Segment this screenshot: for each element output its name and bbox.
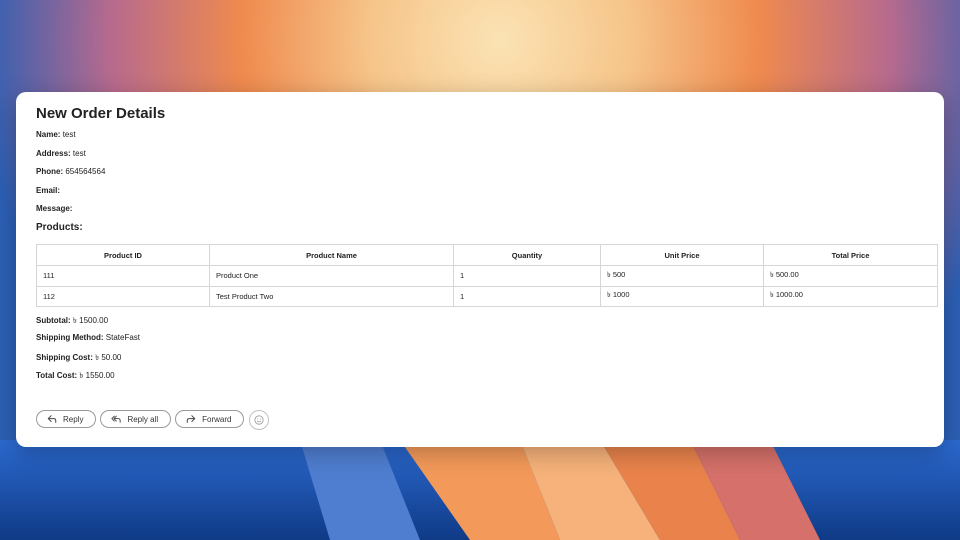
email-card: New Order Details Name: test Address: te… [16,92,944,447]
subtotal-field: Subtotal: ৳ 1500.00 [36,315,108,328]
shipping-method-field: Shipping Method: StateFast [36,333,140,342]
reply-all-label: Reply all [127,414,159,424]
header-quantity: Quantity [453,244,601,266]
address-value: test [72,149,86,158]
address-field: Address: test [36,149,86,158]
cell-unit-price: ৳ 500 [600,265,764,287]
table-row: 111 Product One 1 ৳ 500 ৳ 500.00 [36,265,938,287]
phone-label: Phone: [36,167,64,176]
message-field: Message: [36,204,72,213]
header-total-price: Total Price [763,244,938,266]
address-label: Address: [36,149,71,158]
email-title: New Order Details [36,105,166,122]
products-heading: Products: [36,222,83,233]
products-table: Product ID Product Name Quantity Unit Pr… [36,244,938,307]
name-field: Name: test [36,130,76,139]
name-label: Name: [36,130,61,139]
table-row: 112 Test Product Two 1 ৳ 1000 ৳ 1000.00 [36,285,938,307]
subtotal-value: ৳ 1500.00 [72,316,109,325]
reply-icon [47,415,57,423]
shipping-cost-value: ৳ 50.00 [95,353,122,362]
name-value: test [62,130,76,139]
cell-total-price: ৳ 500.00 [763,265,938,287]
forward-button[interactable]: Forward [175,410,245,428]
total-cost-value: ৳ 1550.00 [79,371,115,380]
shipping-method-label: Shipping Method: [36,333,104,342]
cell-quantity: 1 [453,265,601,287]
header-unit-price: Unit Price [600,244,764,266]
shipping-cost-field: Shipping Cost: ৳ 50.00 [36,352,121,365]
cell-quantity: 1 [453,285,601,307]
email-label: Email: [36,186,61,195]
reply-button[interactable]: Reply [36,410,97,428]
total-cost-field: Total Cost: ৳ 1550.00 [36,370,115,383]
forward-icon [186,415,196,423]
phone-field: Phone: 654564564 [36,167,105,176]
subtotal-label: Subtotal: [36,316,71,325]
emoji-reaction-button[interactable] [249,410,270,430]
phone-value: 654564564 [65,167,106,176]
emoji-icon [254,415,265,425]
cell-product-id: 111 [36,265,210,287]
header-product-name: Product Name [209,244,454,266]
total-cost-label: Total Cost: [36,371,78,380]
cell-unit-price: ৳ 1000 [600,285,764,307]
reply-all-icon [111,415,122,423]
cell-product-name: Product One [209,265,454,287]
reply-label: Reply [63,414,84,424]
shipping-method-value: StateFast [105,333,141,342]
reply-actions: Reply Reply all Forward [36,410,270,430]
email-field: Email: [36,186,60,195]
message-label: Message: [36,204,73,213]
cell-product-name: Test Product Two [209,285,454,307]
reply-all-button[interactable]: Reply all [100,410,172,428]
cell-product-id: 112 [36,285,210,307]
cell-total-price: ৳ 1000.00 [763,285,938,307]
header-product-id: Product ID [36,244,210,266]
shipping-cost-label: Shipping Cost: [36,353,93,362]
forward-label: Forward [202,414,232,424]
table-header-row: Product ID Product Name Quantity Unit Pr… [36,244,938,266]
